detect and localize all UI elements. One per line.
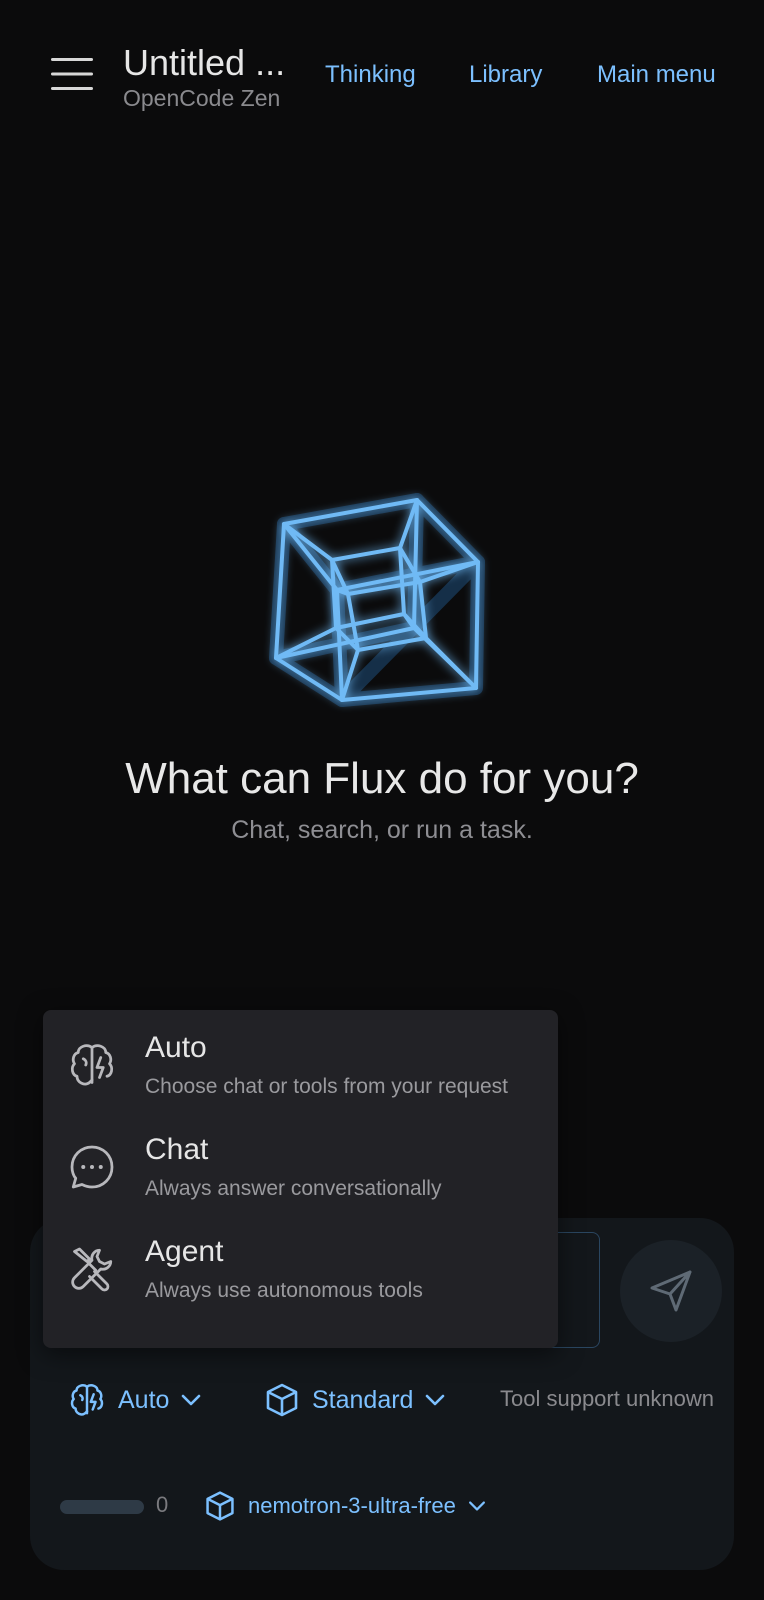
- chevron-down-icon: [182, 1394, 201, 1406]
- main-menu-link[interactable]: Main menu: [597, 60, 716, 90]
- context-usage-bar: [60, 1500, 144, 1514]
- brain-icon: [70, 1384, 104, 1416]
- mode-option-description: Always use autonomous tools: [145, 1279, 423, 1302]
- mode-select[interactable]: Auto: [68, 1378, 201, 1422]
- tesseract-logo-icon: [269, 493, 485, 707]
- provider-name: OpenCode Zen: [123, 85, 281, 111]
- profile-select[interactable]: Standard: [264, 1378, 445, 1422]
- chat-bubble-icon: [70, 1145, 114, 1189]
- mode-option-label: Chat: [145, 1133, 209, 1166]
- brain-icon: [70, 1044, 114, 1086]
- send-button[interactable]: [620, 1240, 722, 1342]
- cube-icon: [266, 1383, 298, 1417]
- mode-option-description: Choose chat or tools from your request: [145, 1075, 509, 1098]
- mode-select-label: Auto: [118, 1385, 170, 1414]
- mode-option-label: Agent: [145, 1235, 224, 1268]
- cube-icon: [206, 1491, 234, 1521]
- mode-option-description: Always answer conversationally: [145, 1177, 442, 1200]
- mode-menu: Auto Choose chat or tools from your requ…: [43, 1010, 558, 1348]
- app-screen: Untitled ... OpenCode Zen Thinking Libra…: [0, 0, 764, 1600]
- chevron-down-icon: [468, 1501, 485, 1511]
- session-title: Untitled ...: [123, 42, 286, 83]
- hero-subtitle: Chat, search, or run a task.: [231, 816, 533, 844]
- mode-option-agent[interactable]: Agent Always use autonomous tools: [43, 1216, 558, 1318]
- profile-select-label: Standard: [312, 1385, 414, 1414]
- send-icon: [650, 1270, 692, 1312]
- tools-icon: [71, 1247, 113, 1292]
- chevron-down-icon: [426, 1394, 445, 1406]
- mode-option-chat[interactable]: Chat Always answer conversationally: [43, 1114, 558, 1216]
- hero-title: What can Flux do for you?: [125, 754, 639, 803]
- context-usage-count: 0: [156, 1492, 169, 1517]
- menu-button[interactable]: [44, 50, 100, 98]
- mode-option-label: Auto: [145, 1031, 207, 1064]
- tool-support-status: Tool support unknown: [500, 1386, 715, 1411]
- model-select[interactable]: nemotron-3-ultra-free: [204, 1486, 486, 1526]
- thinking-link[interactable]: Thinking: [325, 60, 416, 90]
- hamburger-icon: [51, 58, 93, 90]
- session-title-block[interactable]: Untitled ... OpenCode Zen: [123, 42, 293, 112]
- top-bar: Untitled ... OpenCode Zen Thinking Libra…: [0, 0, 764, 140]
- model-select-label: nemotron-3-ultra-free: [248, 1493, 456, 1518]
- library-link[interactable]: Library: [469, 60, 542, 90]
- mode-option-auto[interactable]: Auto Choose chat or tools from your requ…: [43, 1012, 558, 1114]
